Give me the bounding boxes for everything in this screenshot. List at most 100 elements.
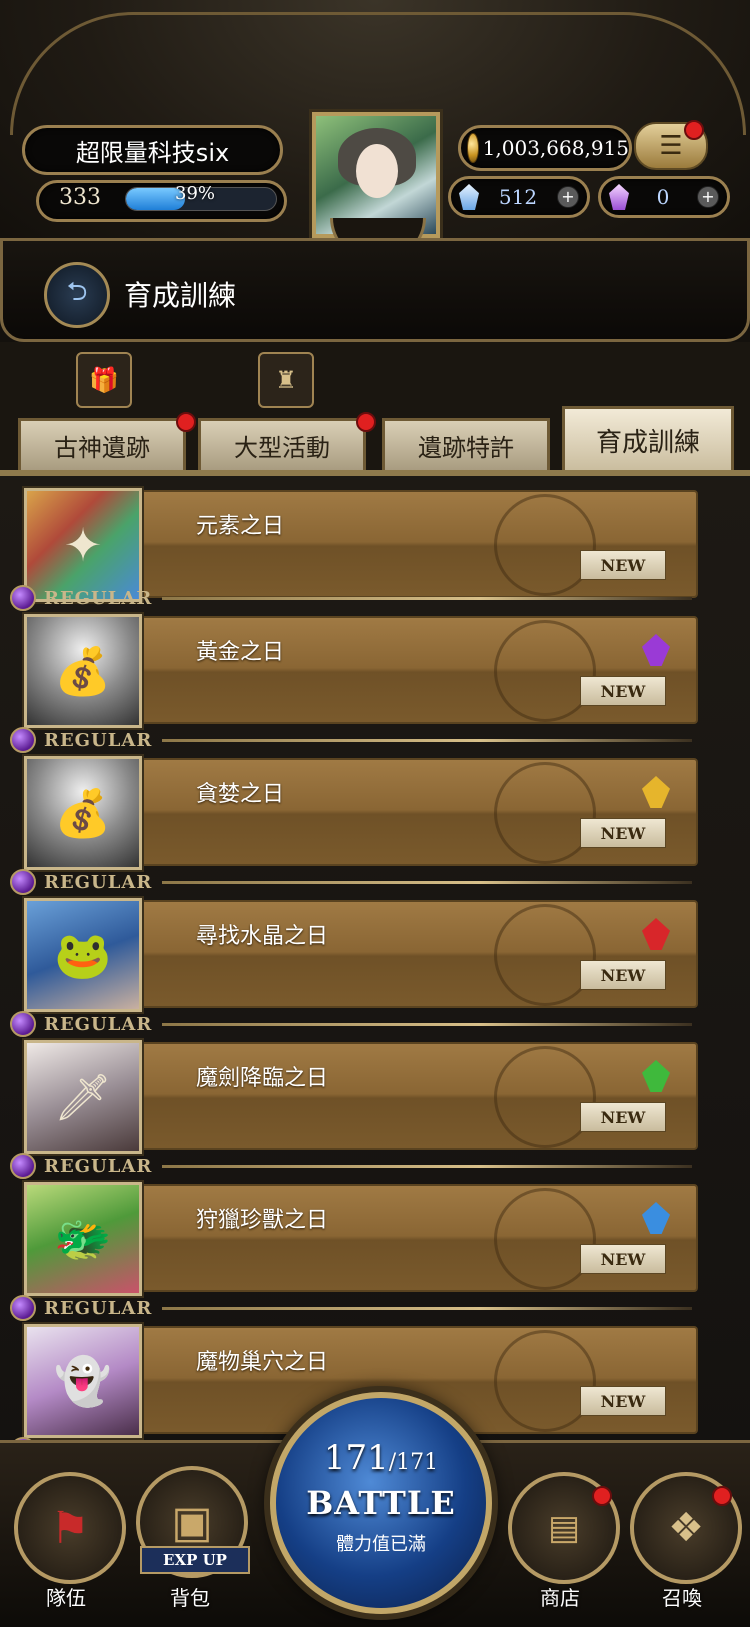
crystal-amount: 0 [656,185,670,209]
new-badge: NEW [580,550,666,580]
purple-orb-icon [10,585,36,611]
new-badge: NEW [580,818,666,848]
list-item[interactable]: 💰 黃金之日 NEW [24,614,700,728]
list-item-title: 元素之日 [196,514,285,539]
tab-big-event[interactable]: 大型活動 [198,418,366,470]
back-button[interactable]: ⮌ [44,262,110,328]
purple-orb-icon [10,727,36,753]
regular-label: REGULAR [44,587,153,609]
list-item-title: 貪婪之日 [196,782,285,807]
party-button[interactable]: ⚑ [14,1472,126,1584]
quest-list[interactable]: ✦ 元素之日 NEW REGULAR 💰 黃金之日 NEW REGULAR 💰 … [0,476,750,1486]
list-item[interactable]: 🐲 狩獵珍獸之日 NEW [24,1182,700,1296]
summon-notification-badge [712,1486,732,1506]
gold-counter: 1,003,668,915 [458,125,632,171]
list-item[interactable]: 💰 貪婪之日 NEW [24,756,700,870]
regular-label: REGULAR [44,1013,153,1035]
item-thumbnail: 🗡 [24,1040,142,1154]
list-item-title: 魔物巢穴之日 [196,1350,329,1375]
list-item-title: 黃金之日 [196,640,285,665]
regular-tag: REGULAR [10,1153,693,1179]
regular-tag: REGULAR [10,1295,693,1321]
shop-notification-badge [592,1486,612,1506]
stamina-max: /171 [388,1450,439,1475]
new-badge: NEW [580,960,666,990]
item-thumbnail: ✦ [24,488,142,602]
tab-notification-badge [176,412,196,432]
new-badge: NEW [580,1102,666,1132]
regular-divider [162,880,693,884]
shop-sign-icon: ▤ [547,1508,581,1548]
item-thumbnail: 💰 [24,614,142,728]
tab-ruins-permit[interactable]: 遺跡特許 [382,418,550,470]
emblem-decoration [494,494,596,596]
emblem-decoration [494,762,596,864]
list-item-plate [134,1042,698,1150]
tab-notification-badge [356,412,376,432]
exp-percent: 39% [175,183,216,204]
regular-tag: REGULAR [10,869,693,895]
tab-training[interactable]: 育成訓練 [562,406,734,472]
list-item-title: 尋找水晶之日 [196,924,329,949]
gift-box-icon: 🎁 [76,352,132,408]
purple-orb-icon [10,869,36,895]
list-item[interactable]: 🐸 尋找水晶之日 NEW [24,898,700,1012]
regular-label: REGULAR [44,1155,153,1177]
stamina-current: 171 [323,1438,389,1478]
emblem-decoration [494,1046,596,1148]
red-flag-icon: ⚑ [50,1502,90,1554]
elemental-monsters-image: ✦ [63,518,103,572]
item-thumbnail: 💰 [24,756,142,870]
battle-label: BATTLE [306,1484,456,1522]
list-item[interactable]: 🗡 魔劍降臨之日 NEW [24,1040,700,1154]
add-gems-button[interactable]: + [557,186,579,208]
purple-crystal-icon [609,184,629,210]
tab-label: 古神遺跡 [54,434,150,462]
page-title: 育成訓練 [124,279,237,312]
purple-orb-icon [10,1011,36,1037]
gold-amount: 1,003,668,915 [482,136,629,160]
item-thumbnail: 👻 [24,1324,142,1438]
item-thumbnail: 🐲 [24,1182,142,1296]
regular-tag: REGULAR [10,1011,693,1037]
exp-up-badge: EXP UP [140,1546,250,1574]
new-badge: NEW [580,1386,666,1416]
crystal-monster-image: 🐸 [54,927,112,982]
stamina-display: 171/171 [270,1438,492,1478]
list-item-plate [134,1184,698,1292]
list-item-title: 魔劍降臨之日 [196,1066,329,1091]
monster-lair-image: 👻 [54,1353,112,1408]
avatar-face [356,144,398,198]
emblem-decoration [494,1330,596,1432]
purple-orb-icon [10,1295,36,1321]
tab-label: 大型活動 [234,434,330,462]
summon-card-icon: ❖ [668,1505,704,1551]
tab-ancient-ruins[interactable]: 古神遺跡 [18,418,186,470]
stamina-full-label: 體力值已滿 [336,1534,426,1555]
purple-orb-icon [10,1153,36,1179]
emblem-decoration [494,1188,596,1290]
regular-tag: REGULAR [10,585,693,611]
rare-beast-image: 🐲 [54,1211,112,1266]
demon-sword-image: 🗡 [53,1069,113,1124]
regular-divider [162,738,693,742]
hamburger-icon: ☰ [659,131,683,161]
list-item[interactable]: ✦ 元素之日 NEW [24,488,700,602]
regular-tag: REGULAR [10,727,693,753]
regular-divider [162,1306,693,1310]
list-item-plate [134,490,698,598]
add-crystals-button[interactable]: + [697,186,719,208]
gold-pile-image: 💰 [54,643,112,698]
tab-label: 育成訓練 [595,428,700,458]
regular-divider [162,1022,693,1026]
gem-counter: 512 + [448,176,590,218]
list-item-plate [134,758,698,866]
title-bar [0,238,750,342]
regular-divider [162,596,693,600]
emblem-decoration [494,620,596,722]
new-badge: NEW [580,676,666,706]
regular-label: REGULAR [44,1297,153,1319]
shop-label: 商店 [540,1586,580,1610]
player-name-text: 超限量科技six [75,138,230,167]
gold-pile-image: 💰 [54,785,112,840]
